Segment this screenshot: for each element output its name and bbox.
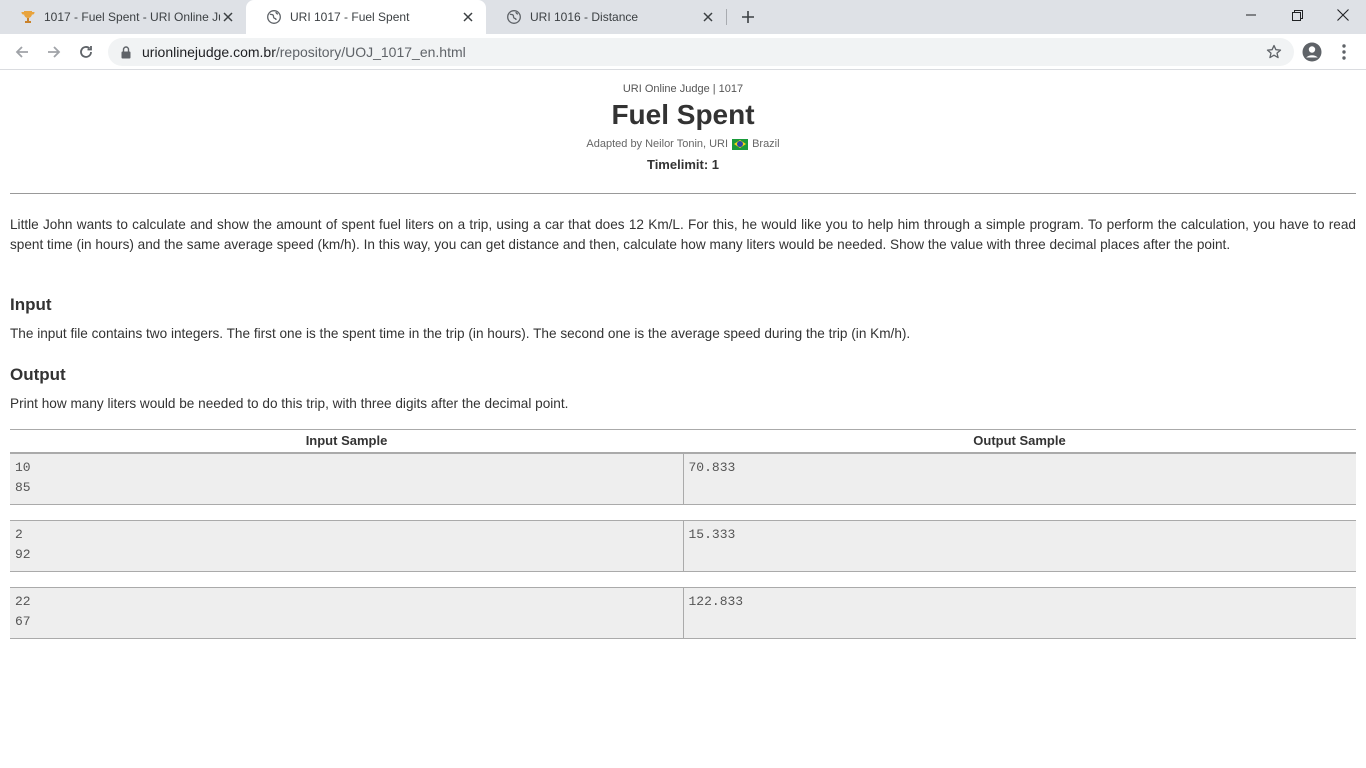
minimize-icon (1246, 14, 1256, 16)
plus-icon (742, 11, 754, 23)
output-text: Print how many liters would be needed to… (10, 396, 569, 411)
forward-arrow-icon (48, 46, 61, 58)
adapted-text: Adapted by Neilor Tonin, URI (586, 138, 729, 150)
output-sample-header: Output Sample (973, 433, 1066, 448)
sample-output: 15.333 (688, 527, 736, 542)
sample-output: 122.833 (688, 594, 744, 609)
sample-input: 2 92 (10, 521, 684, 571)
judge-line: URI Online Judge | 1017 (622, 83, 744, 95)
sample-row: 10 85 70.833 (10, 453, 1356, 505)
trophy-icon (20, 9, 36, 25)
reload-button[interactable] (72, 38, 100, 66)
new-tab-button[interactable] (736, 5, 760, 29)
tab-1017-fuel-spent-uri[interactable]: 1017 - Fuel Spent - URI Online Ju (0, 0, 246, 34)
close-icon (1337, 9, 1349, 21)
back-button[interactable] (8, 38, 36, 66)
close-icon[interactable] (700, 9, 716, 25)
globe-icon (266, 9, 282, 25)
reload-icon (80, 46, 92, 58)
sample-row: 22 67 122.833 (10, 587, 1356, 639)
page-content: URI Online Judge | 1017 Fuel Spent Adapt… (0, 71, 1366, 766)
browser-toolbar: urionlinejudge.com.br/repository/UOJ_101… (0, 34, 1366, 70)
sample-input: 10 85 (10, 454, 684, 504)
tab-title: 1017 - Fuel Spent - URI Online Ju (44, 10, 220, 24)
input-text: The input file contains two integers. Th… (10, 326, 911, 341)
minimize-button[interactable] (1228, 0, 1274, 30)
url-text: urionlinejudge.com.br/repository/UOJ_101… (142, 44, 466, 60)
url-host: urionlinejudge.com.br (142, 44, 276, 60)
sample-output: 70.833 (688, 460, 736, 475)
close-window-button[interactable] (1320, 0, 1366, 30)
timelimit: Timelimit: 1 (646, 157, 719, 172)
forward-button[interactable] (40, 38, 68, 66)
close-icon[interactable] (220, 9, 236, 25)
tab-strip: 1017 - Fuel Spent - URI Online Ju URI 10… (0, 0, 1366, 34)
output-heading: Output (10, 365, 66, 384)
more-vert-icon (1342, 44, 1346, 60)
tab-title: URI 1017 - Fuel Spent (290, 10, 410, 24)
menu-button[interactable] (1330, 38, 1358, 66)
tab-uri-1017-fuel-spent[interactable]: URI 1017 - Fuel Spent (246, 0, 486, 34)
profile-button[interactable] (1298, 38, 1326, 66)
bookmark-star-icon[interactable] (1266, 44, 1282, 60)
samples-table: Input Sample Output Sample 10 85 70.833 … (10, 429, 1356, 639)
samples-header: Input Sample Output Sample (10, 429, 1356, 453)
url-path: /repository/UOJ_1017_en.html (275, 44, 466, 60)
adapted-by: Adapted by Neilor Tonin, URI Brazil (0, 138, 1366, 150)
page-title: Fuel Spent (611, 99, 755, 130)
back-arrow-icon (15, 46, 28, 58)
lock-icon (120, 45, 132, 59)
sample-input: 22 67 (10, 588, 684, 638)
restore-button[interactable] (1274, 0, 1320, 30)
sample-row: 2 92 15.333 (10, 520, 1356, 572)
globe-icon (506, 9, 522, 25)
tab-title: URI 1016 - Distance (530, 10, 639, 24)
problem-description: Little John wants to calculate and show … (10, 217, 1356, 252)
input-sample-header: Input Sample (305, 433, 388, 448)
divider (10, 193, 1356, 194)
brazil-flag-icon (732, 138, 749, 150)
input-heading: Input (10, 295, 52, 314)
tab-separator (726, 9, 727, 25)
restore-icon (1291, 9, 1303, 21)
country-text: Brazil (752, 138, 780, 150)
account-icon (1302, 42, 1322, 62)
tab-uri-1016-distance[interactable]: URI 1016 - Distance (486, 0, 726, 34)
address-bar[interactable]: urionlinejudge.com.br/repository/UOJ_101… (108, 38, 1294, 66)
close-icon[interactable] (460, 9, 476, 25)
